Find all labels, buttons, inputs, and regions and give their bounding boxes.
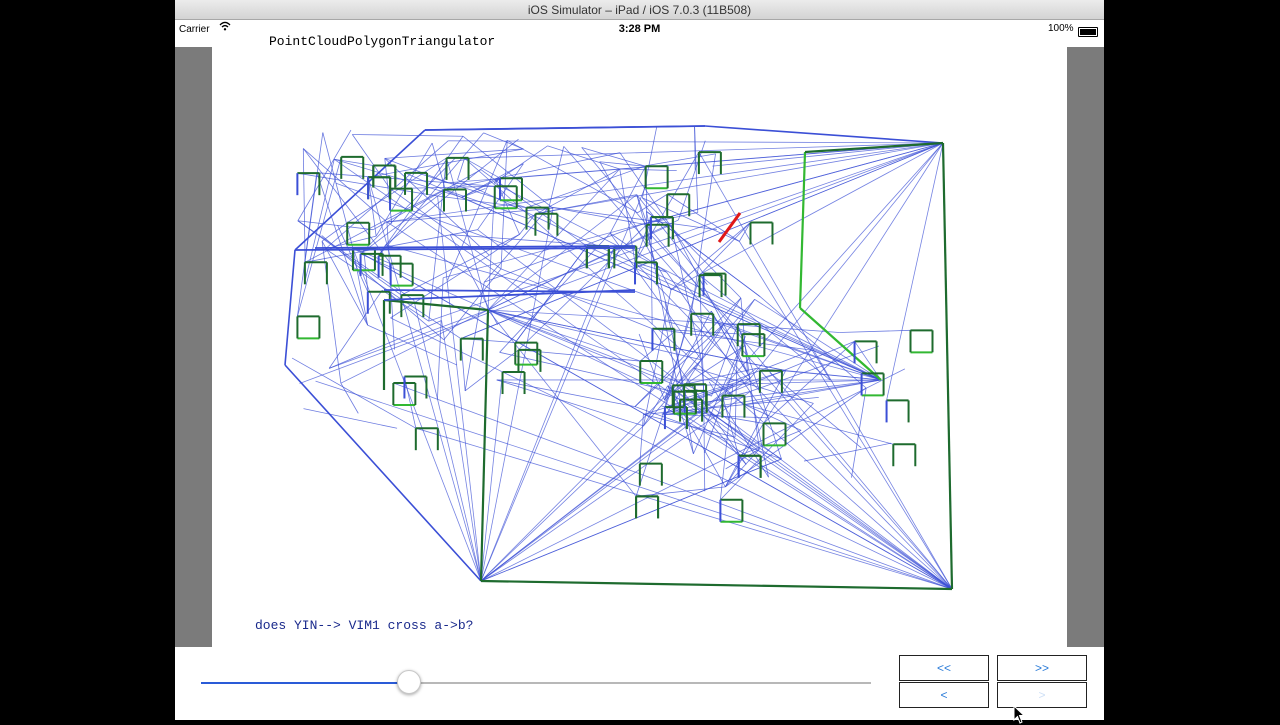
- window-titlebar: iOS Simulator – iPad / iOS 7.0.3 (11B508…: [175, 0, 1104, 20]
- mouse-cursor-icon: [1013, 705, 1027, 725]
- step-slider-thumb[interactable]: [397, 670, 421, 694]
- first-step-button[interactable]: <<: [899, 655, 989, 681]
- constrained-edges: [297, 152, 932, 522]
- simulator-window: iOS Simulator – iPad / iOS 7.0.3 (11B508…: [175, 0, 1104, 720]
- battery-icon: [1078, 27, 1098, 37]
- status-message: does YIN--> VIM1 cross a->b?: [255, 618, 473, 633]
- left-letterbox: [175, 47, 212, 647]
- battery-percentage: 100%: [1048, 23, 1074, 34]
- right-letterbox: [1067, 47, 1104, 647]
- window-title: iOS Simulator – iPad / iOS 7.0.3 (11B508…: [175, 3, 1104, 17]
- last-step-button[interactable]: >>: [997, 655, 1087, 681]
- next-step-button[interactable]: >: [997, 682, 1087, 708]
- slider-track-filled[interactable]: [201, 682, 409, 684]
- triangulation-canvas[interactable]: [212, 40, 1067, 647]
- slider-track-empty[interactable]: [409, 682, 871, 684]
- previous-step-button[interactable]: <: [899, 682, 989, 708]
- desktop-background: [1104, 0, 1280, 720]
